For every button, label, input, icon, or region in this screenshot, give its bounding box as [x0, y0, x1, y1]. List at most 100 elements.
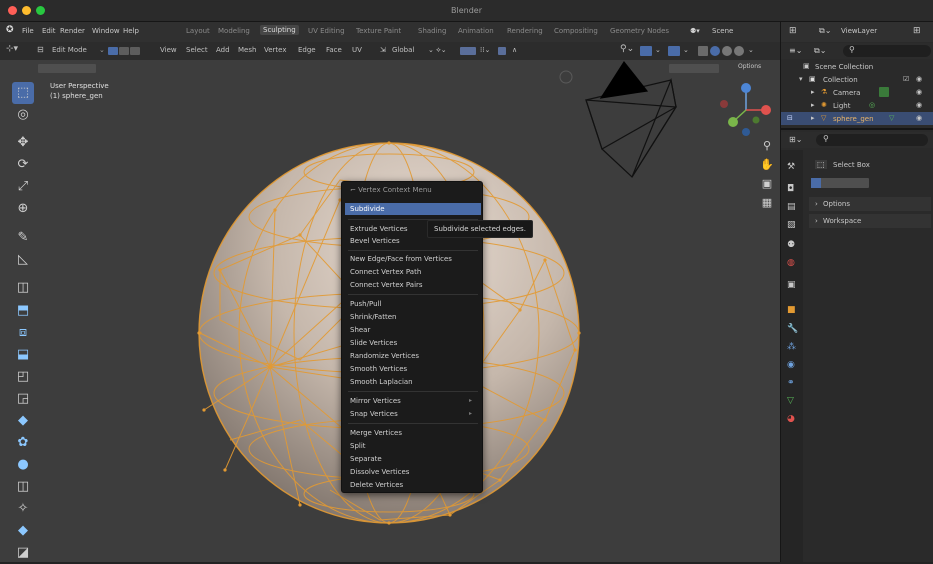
- scale-tool-icon[interactable]: ⤢: [12, 176, 34, 198]
- header-menu-view[interactable]: View: [160, 46, 177, 54]
- exclude-checkbox-icon[interactable]: ☑: [903, 75, 909, 83]
- scene-selector[interactable]: Scene: [712, 27, 733, 35]
- visibility-eye-icon[interactable]: ◉: [916, 101, 922, 109]
- scene-tab-icon[interactable]: ⚉: [787, 240, 795, 250]
- expand-chevron-icon[interactable]: ▸: [811, 101, 815, 109]
- menu-item-merge-vertices[interactable]: Merge Vertices: [350, 427, 476, 439]
- tab-compositing[interactable]: Compositing: [554, 27, 598, 35]
- shrink-fatten-tool-icon[interactable]: ✧: [12, 498, 34, 520]
- menu-item-smooth-vertices[interactable]: Smooth Vertices: [350, 363, 476, 375]
- menu-item-slide-vertices[interactable]: Slide Vertices: [350, 337, 476, 349]
- menu-window[interactable]: Window: [92, 27, 120, 35]
- expand-chevron-icon[interactable]: ▸: [811, 88, 815, 96]
- tab-shading[interactable]: Shading: [418, 27, 446, 35]
- menu-item-mirror-vertices[interactable]: Mirror Vertices ▸: [350, 395, 476, 407]
- menu-item-delete-vertices[interactable]: Delete Vertices: [350, 479, 476, 491]
- menu-item-smooth-laplacian[interactable]: Smooth Laplacian: [350, 376, 476, 388]
- visibility-eye-icon[interactable]: ◉: [916, 75, 922, 83]
- tab-layout[interactable]: Layout: [186, 27, 210, 35]
- menu-item-push-pull[interactable]: Push/Pull: [350, 298, 476, 310]
- shear-tool-icon[interactable]: ◆: [12, 520, 34, 542]
- measure-tool-icon[interactable]: ◺: [12, 249, 34, 271]
- tab-modeling[interactable]: Modeling: [218, 27, 250, 35]
- outliner-row-camera[interactable]: ▸ ⚗ Camera ◉: [781, 86, 933, 99]
- zoom-icon[interactable]: ⚲: [760, 139, 774, 153]
- outliner-row-collection[interactable]: ▾ ▣ Collection ☑ ◉: [781, 73, 933, 86]
- perspective-grid-icon[interactable]: ▦: [760, 196, 774, 210]
- tab-texture-paint[interactable]: Texture Paint: [356, 27, 401, 35]
- view-layer-tab-icon[interactable]: ▧: [787, 220, 796, 230]
- editor-type-icon[interactable]: ⊹▾: [6, 44, 18, 54]
- transform-orientation-icon[interactable]: ⇲: [380, 46, 386, 54]
- material-shading-icon[interactable]: [722, 46, 732, 56]
- header-menu-select[interactable]: Select: [186, 46, 208, 54]
- edit-mode-toggle-icon[interactable]: ⊟: [787, 114, 793, 122]
- inset-tool-icon[interactable]: ⧈: [12, 322, 34, 344]
- camera-view-icon[interactable]: ▣: [760, 177, 774, 191]
- options-dropdown[interactable]: Options: [738, 63, 761, 70]
- world-tab-icon[interactable]: ◍: [787, 258, 795, 268]
- gizmo-visibility-icon[interactable]: ⚲⌄: [620, 44, 634, 54]
- tool-tab-icon[interactable]: ⚒: [787, 162, 795, 172]
- cursor-tool-icon[interactable]: ◎: [12, 104, 34, 126]
- menu-item-separate[interactable]: Separate: [350, 453, 476, 465]
- xray-dropdown-icon[interactable]: ⌄: [683, 46, 689, 54]
- outliner-row-light[interactable]: ▸ ✺ Light ◎ ◉: [781, 99, 933, 112]
- outliner-row-sphere-gen[interactable]: ⊟ ▸ ▽ sphere_gen ▽ ◉: [781, 112, 933, 125]
- workspace-section[interactable]: › Workspace: [809, 214, 931, 228]
- expand-chevron-icon[interactable]: ▾: [799, 75, 803, 83]
- visibility-eye-icon[interactable]: ◉: [916, 114, 922, 122]
- face-select-mode-icon[interactable]: [130, 47, 140, 55]
- view-layer-icon[interactable]: ⧉⌄: [819, 26, 831, 36]
- menu-item-new-edge-face[interactable]: New Edge/Face from Vertices: [350, 253, 476, 265]
- collection-tab-icon[interactable]: ▣: [787, 280, 796, 290]
- smooth-tool-icon[interactable]: ●: [12, 454, 34, 476]
- transform-orientation-selector[interactable]: Global: [392, 46, 414, 54]
- menu-edit[interactable]: Edit: [42, 27, 56, 35]
- spin-tool-icon[interactable]: ✿: [12, 432, 34, 454]
- rotate-tool-icon[interactable]: ⟳: [12, 154, 34, 176]
- outliner-search-input[interactable]: [843, 45, 931, 57]
- header-menu-mesh[interactable]: Mesh: [238, 46, 256, 54]
- render-tab-icon[interactable]: ◘: [787, 184, 794, 194]
- header-menu-vertex[interactable]: Vertex: [264, 46, 287, 54]
- menu-item-subdivide[interactable]: Subdivide: [345, 203, 481, 215]
- options-section[interactable]: › Options: [809, 197, 931, 211]
- mode-dropdown-chevron-icon[interactable]: ⌄: [99, 46, 105, 54]
- display-mode-icon[interactable]: ⧉⌄: [814, 46, 826, 56]
- overlay-dropdown-icon[interactable]: ⌄: [655, 46, 661, 54]
- header-menu-uv[interactable]: UV: [352, 46, 362, 54]
- menu-item-split[interactable]: Split: [350, 440, 476, 452]
- snap-options-icon[interactable]: ⁞⁞⌄: [480, 46, 490, 54]
- menu-render[interactable]: Render: [60, 27, 85, 35]
- annotate-tool-icon[interactable]: ✎: [12, 227, 34, 249]
- new-scene-icon[interactable]: ⊞: [789, 26, 797, 36]
- menu-item-randomize-vertices[interactable]: Randomize Vertices: [350, 350, 476, 362]
- header-menu-add[interactable]: Add: [216, 46, 230, 54]
- proportional-editing-icon[interactable]: [498, 47, 506, 55]
- axis-lock-toggles[interactable]: [669, 64, 719, 73]
- outliner-editor-icon[interactable]: ≡⌄: [789, 46, 802, 55]
- tab-animation[interactable]: Animation: [458, 27, 494, 35]
- add-view-layer-icon[interactable]: ⊞: [913, 26, 921, 36]
- menu-item-shear[interactable]: Shear: [350, 324, 476, 336]
- menu-item-dissolve-vertices[interactable]: Dissolve Vertices: [350, 466, 476, 478]
- select-box-tool-icon[interactable]: ⬚: [12, 82, 34, 104]
- scene-icon[interactable]: ⚉▾: [690, 27, 700, 35]
- transform-tool-icon[interactable]: ⊕: [12, 198, 34, 220]
- snap-toggle-icon[interactable]: [460, 47, 476, 55]
- bevel-tool-icon[interactable]: ⬓: [12, 344, 34, 366]
- pivot-point-icon[interactable]: ⌄ ⟡⌄: [428, 46, 447, 55]
- modifier-tab-icon[interactable]: 🔧: [787, 324, 798, 334]
- tab-uv-editing[interactable]: UV Editing: [308, 27, 345, 35]
- menu-item-connect-vertex-pairs[interactable]: Connect Vertex Pairs: [350, 279, 476, 291]
- add-cube-tool-icon[interactable]: ◫: [12, 277, 34, 299]
- move-tool-icon[interactable]: ✥: [12, 132, 34, 154]
- constraints-tab-icon[interactable]: ⚭: [787, 378, 795, 388]
- overlay-toggle-icon[interactable]: [640, 46, 652, 56]
- rip-region-tool-icon[interactable]: ◪: [12, 542, 34, 564]
- tab-geometry-nodes[interactable]: Geometry Nodes: [610, 27, 669, 35]
- set-new-selection-icon[interactable]: [811, 178, 821, 188]
- wireframe-shading-icon[interactable]: [698, 46, 708, 56]
- menu-help[interactable]: Help: [123, 27, 139, 35]
